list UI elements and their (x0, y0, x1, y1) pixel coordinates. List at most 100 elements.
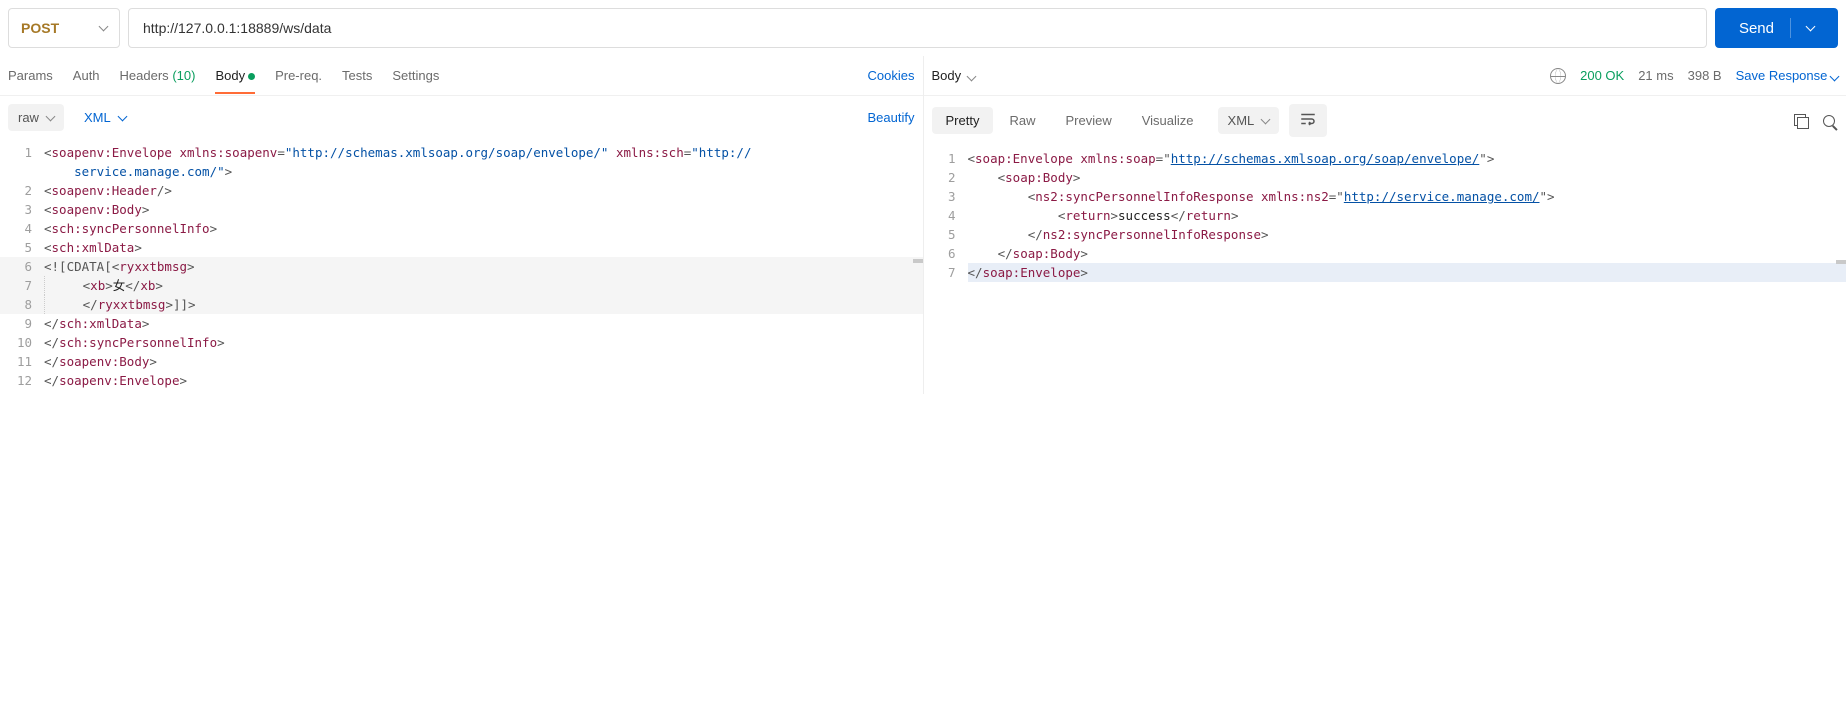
code-line[interactable]: service.manage.com/"> (0, 162, 923, 181)
code-line[interactable]: 5 </ns2:syncPersonnelInfoResponse> (924, 225, 1846, 244)
response-body-viewer[interactable]: 1<soap:Envelope xmlns:soap="http://schem… (924, 145, 1846, 286)
request-body-controls: raw XML Beautify (0, 96, 923, 139)
code-content[interactable]: <sch:syncPersonnelInfo> (44, 219, 923, 238)
code-line[interactable]: 3<soapenv:Body> (0, 200, 923, 219)
code-content[interactable]: </soapenv:Envelope> (44, 371, 923, 390)
code-line[interactable]: 6 </soap:Body> (924, 244, 1846, 263)
code-line[interactable]: 4<sch:syncPersonnelInfo> (0, 219, 923, 238)
modified-dot-icon (248, 73, 255, 80)
code-content[interactable]: <xb>女</xb> (44, 276, 923, 295)
tab-auth[interactable]: Auth (73, 58, 100, 93)
code-content[interactable]: <ns2:syncPersonnelInfoResponse xmlns:ns2… (968, 187, 1846, 206)
line-number: 12 (0, 371, 44, 390)
tab-body[interactable]: Body (215, 58, 255, 93)
line-number: 4 (924, 206, 968, 225)
code-content[interactable]: service.manage.com/"> (44, 162, 923, 181)
overview-mark (913, 259, 923, 263)
cookies-link[interactable]: Cookies (868, 68, 915, 83)
request-pane: Params Auth Headers (10) Body Pre-req. T… (0, 56, 924, 394)
http-method-select[interactable]: POST (8, 8, 120, 48)
line-number: 7 (924, 263, 968, 282)
code-line[interactable]: 5<sch:xmlData> (0, 238, 923, 257)
code-line[interactable]: 3 <ns2:syncPersonnelInfoResponse xmlns:n… (924, 187, 1846, 206)
code-content[interactable]: </sch:syncPersonnelInfo> (44, 333, 923, 352)
code-line[interactable]: 1<soap:Envelope xmlns:soap="http://schem… (924, 149, 1846, 168)
code-line[interactable]: 9</sch:xmlData> (0, 314, 923, 333)
code-line[interactable]: 2<soapenv:Header/> (0, 181, 923, 200)
code-line[interactable]: 10</sch:syncPersonnelInfo> (0, 333, 923, 352)
chevron-down-icon (1830, 72, 1840, 82)
code-line[interactable]: 2 <soap:Body> (924, 168, 1846, 187)
code-line[interactable]: 8 </ryxxtbmsg>]]> (0, 295, 923, 314)
wrap-icon (1299, 110, 1317, 131)
send-button-label: Send (1739, 20, 1774, 37)
line-number: 4 (0, 219, 44, 238)
line-number: 8 (0, 295, 44, 314)
response-lang-select[interactable]: XML (1218, 107, 1280, 134)
search-response-button[interactable] (1820, 112, 1838, 130)
code-content[interactable]: </ryxxtbmsg>]]> (44, 295, 923, 314)
response-pane: Body 200 OK 21 ms 398 B Save Response Pr… (924, 56, 1846, 394)
code-line[interactable]: 7 <xb>女</xb> (0, 276, 923, 295)
line-number: 2 (0, 181, 44, 200)
response-body-controls: Pretty Raw Preview Visualize XML (924, 96, 1846, 145)
code-content[interactable]: </soap:Envelope> (968, 263, 1846, 282)
code-content[interactable]: </soapenv:Body> (44, 352, 923, 371)
view-preview[interactable]: Preview (1051, 107, 1125, 134)
save-response-link[interactable]: Save Response (1736, 68, 1838, 83)
line-number: 6 (0, 257, 44, 276)
code-content[interactable]: <soapenv:Body> (44, 200, 923, 219)
line-number: 1 (924, 149, 968, 168)
status-code: 200 OK (1580, 68, 1624, 83)
tab-tests[interactable]: Tests (342, 58, 372, 93)
code-line[interactable]: 12</soapenv:Envelope> (0, 371, 923, 390)
body-type-select[interactable]: raw (8, 104, 64, 131)
tab-settings[interactable]: Settings (392, 58, 439, 93)
copy-icon (1794, 114, 1808, 128)
view-pretty[interactable]: Pretty (932, 107, 994, 134)
send-button[interactable]: Send (1715, 8, 1838, 48)
search-icon (1823, 115, 1835, 127)
code-content[interactable]: <return>success</return> (968, 206, 1846, 225)
line-number: 9 (0, 314, 44, 333)
code-line[interactable]: 11</soapenv:Body> (0, 352, 923, 371)
view-raw[interactable]: Raw (995, 107, 1049, 134)
response-header-row: Body 200 OK 21 ms 398 B Save Response (924, 56, 1846, 96)
code-line[interactable]: 1<soapenv:Envelope xmlns:soapenv="http:/… (0, 143, 923, 162)
code-content[interactable]: <sch:xmlData> (44, 238, 923, 257)
globe-icon[interactable] (1550, 68, 1566, 84)
tab-prereq[interactable]: Pre-req. (275, 58, 322, 93)
code-content[interactable]: </sch:xmlData> (44, 314, 923, 333)
chevron-down-icon[interactable] (1806, 22, 1816, 32)
view-visualize[interactable]: Visualize (1128, 107, 1208, 134)
code-content[interactable]: <soap:Body> (968, 168, 1846, 187)
code-line[interactable]: 6<![CDATA[<ryxxtbmsg> (0, 257, 923, 276)
line-number: 3 (0, 200, 44, 219)
tab-headers[interactable]: Headers (10) (120, 58, 196, 93)
line-number: 7 (0, 276, 44, 295)
response-section-select[interactable]: Body (932, 58, 976, 93)
chevron-down-icon (1261, 114, 1271, 124)
chevron-down-icon (99, 22, 109, 32)
body-lang-select[interactable]: XML (74, 104, 136, 131)
copy-response-button[interactable] (1792, 112, 1810, 130)
code-content[interactable]: </ns2:syncPersonnelInfoResponse> (968, 225, 1846, 244)
request-url-input[interactable] (128, 8, 1707, 48)
code-line[interactable]: 4 <return>success</return> (924, 206, 1846, 225)
wrap-lines-toggle[interactable] (1289, 104, 1327, 137)
line-number: 5 (924, 225, 968, 244)
code-content[interactable]: </soap:Body> (968, 244, 1846, 263)
response-status: 200 OK 21 ms 398 B Save Response (1550, 68, 1838, 84)
code-content[interactable]: <soapenv:Header/> (44, 181, 923, 200)
beautify-link[interactable]: Beautify (868, 110, 915, 125)
code-content[interactable]: <soapenv:Envelope xmlns:soapenv="http://… (44, 143, 923, 162)
line-number: 11 (0, 352, 44, 371)
code-line[interactable]: 7</soap:Envelope> (924, 263, 1846, 282)
tab-params[interactable]: Params (8, 58, 53, 93)
http-method-label: POST (21, 20, 59, 36)
chevron-down-icon (117, 111, 127, 121)
code-content[interactable]: <soap:Envelope xmlns:soap="http://schema… (968, 149, 1846, 168)
code-content[interactable]: <![CDATA[<ryxxtbmsg> (44, 257, 923, 276)
chevron-down-icon (46, 111, 56, 121)
request-body-editor[interactable]: 1<soapenv:Envelope xmlns:soapenv="http:/… (0, 139, 923, 394)
